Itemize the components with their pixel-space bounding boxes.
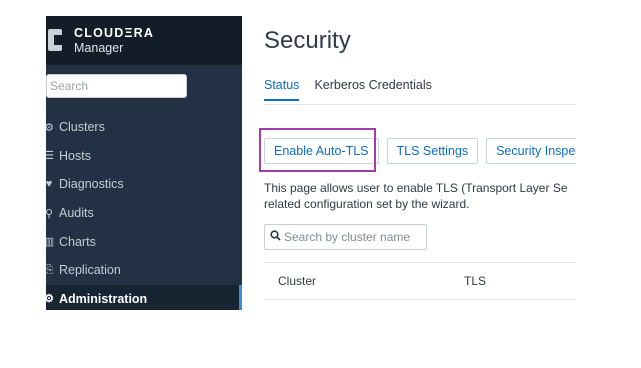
cluster-search-input[interactable] <box>282 230 424 244</box>
sidebar-search-input[interactable] <box>47 75 180 97</box>
cluster-table: Cluster TLS <box>264 262 576 300</box>
highlight-box <box>259 128 376 172</box>
description-line-1: This page allows user to enable TLS (Tra… <box>264 181 568 195</box>
column-header-cluster[interactable]: Cluster <box>278 274 464 288</box>
brand-product: Manager <box>74 41 124 55</box>
diagnostics-icon: ♥ <box>46 178 53 191</box>
tab-kerberos-credentials[interactable]: Kerberos Credentials <box>314 78 431 101</box>
cloudera-logo-icon <box>48 29 62 51</box>
hosts-icon: ☰ <box>46 150 54 163</box>
sidebar-item-replication[interactable]: ⎘ Replication <box>46 256 242 285</box>
sidebar-item-diagnostics[interactable]: ♥ Diagnostics <box>46 170 242 199</box>
description-line-2: related configuration set by the wizard. <box>264 197 470 211</box>
replication-icon: ⎘ <box>46 263 54 276</box>
sidebar-item-label: Hosts <box>59 148 91 163</box>
cluster-search[interactable] <box>264 224 427 250</box>
sidebar-nav: ⚙ Clusters ☰ Hosts ♥ Diagnostics ⚲ Audit… <box>46 113 242 310</box>
audits-icon: ⚲ <box>46 207 54 220</box>
sidebar-item-label: Replication <box>59 263 121 278</box>
sidebar-item-label: Audits <box>59 206 94 221</box>
search-icon <box>270 228 282 246</box>
sidebar-item-label: Diagnostics <box>59 177 124 192</box>
sidebar-item-label: Charts <box>59 234 96 249</box>
app-window: CLOUDΞRA Manager ⚙ Clusters ☰ Hosts ♥ Di… <box>46 16 576 310</box>
column-header-tls[interactable]: TLS <box>464 274 486 288</box>
sidebar-item-audits[interactable]: ⚲ Audits <box>46 199 242 228</box>
sidebar-item-administration[interactable]: ⚙ Administration <box>46 284 242 310</box>
brand-header[interactable]: CLOUDΞRA Manager <box>46 16 242 65</box>
tls-settings-button[interactable]: TLS Settings <box>386 138 479 164</box>
brand-name: CLOUDΞRA <box>74 26 155 40</box>
sidebar-search[interactable] <box>46 74 187 98</box>
sidebar-item-label: Administration <box>59 291 148 306</box>
sidebar-item-clusters[interactable]: ⚙ Clusters <box>46 113 242 142</box>
tab-status[interactable]: Status <box>264 78 300 101</box>
tab-divider <box>264 104 576 105</box>
clusters-icon: ⚙ <box>46 121 54 134</box>
administration-icon: ⚙ <box>46 293 54 306</box>
charts-icon: ▥ <box>46 236 55 249</box>
page-description: This page allows user to enable TLS (Tra… <box>264 180 576 212</box>
sidebar-item-hosts[interactable]: ☰ Hosts <box>46 142 242 171</box>
table-header: Cluster TLS <box>264 263 576 299</box>
sidebar: CLOUDΞRA Manager ⚙ Clusters ☰ Hosts ♥ Di… <box>46 16 242 310</box>
tab-bar: Status Kerberos Credentials <box>264 78 447 101</box>
page-title: Security <box>264 27 351 54</box>
main-content: Security Status Kerberos Credentials Ena… <box>242 16 576 310</box>
sidebar-item-label: Clusters <box>59 120 105 135</box>
security-inspector-button[interactable]: Security Inspect <box>486 138 576 164</box>
table-header-border <box>264 299 576 300</box>
sidebar-item-charts[interactable]: ▥ Charts <box>46 227 242 256</box>
